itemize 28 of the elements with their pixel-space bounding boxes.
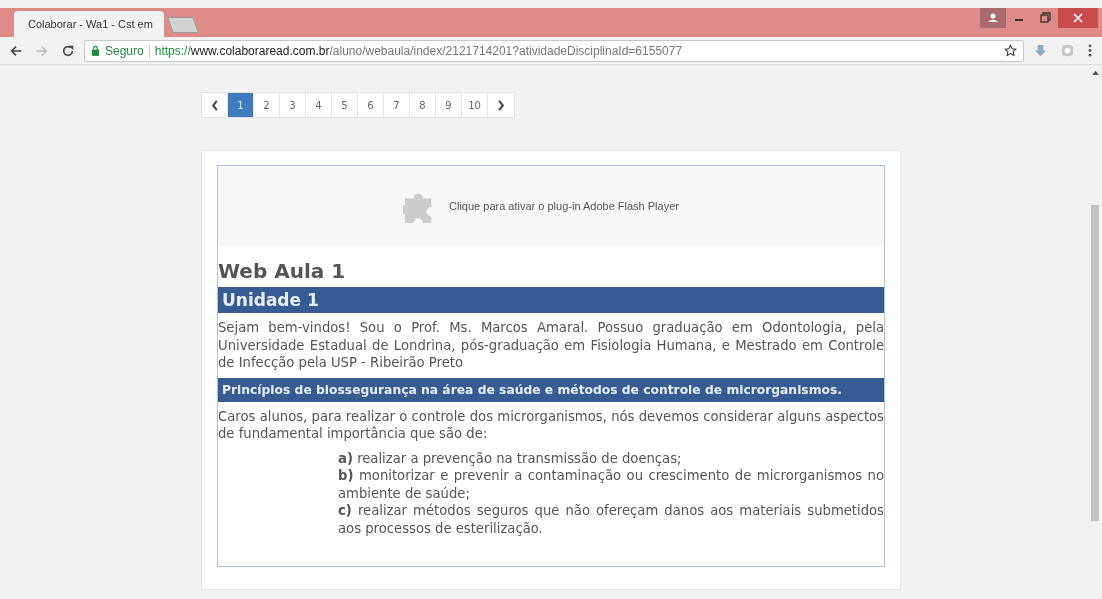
chevron-right-icon — [497, 99, 505, 111]
address-bar[interactable]: Seguro https://www.colaboraread.com.br/aluno/webaula/index/2121714201?atividadeDisciplinaId=6155077 — [84, 39, 1024, 62]
section-heading: Princípios de biossegurança na área de saúde e métodos de controle de microrganismos. — [218, 377, 884, 402]
user-icon[interactable] — [980, 8, 1006, 28]
menu-icon[interactable] — [1087, 43, 1093, 58]
security-label: Seguro — [105, 43, 144, 58]
intro-paragraph: Sejam bem-vindos! Sou o Prof. Ms. Marcos Amaral. Possuo graduação em Odontologia, pela Universidade Estadual de Londrina, pós-graduação em Fisiologia Humana, e Mestrado em Controle de Infecção pela USP - Ribeirão Preto — [218, 319, 884, 372]
unit-heading: Unidade 1 — [218, 287, 884, 313]
plugin-message: Clique para ativar o plug-in Adobe Flash Player — [449, 200, 679, 212]
list-item-text: c) realizar métodos seguros que não ofereçam danos aos materiais submetidos aos processos de esterilização. — [338, 502, 884, 537]
url-text: https://www.colaboraread.com.br/aluno/webaula/index/2121714201?atividadeDisciplinaId=6155077 — [154, 43, 683, 58]
list-item-text: a) realizar a prevenção na transmissão de doenças; — [338, 449, 683, 467]
plugin-placeholder[interactable]: Clique para ativar o plug-in Adobe Flash Player — [218, 166, 884, 246]
page-button[interactable]: 1 — [228, 93, 254, 117]
list-item-text: b) monitorizar e prevenir a contaminação ou crescimento de microrganismos no ambiente de saúde; — [338, 467, 884, 502]
back-icon[interactable] — [9, 43, 23, 58]
reload-icon[interactable] — [61, 43, 75, 58]
lock-icon — [91, 45, 100, 56]
lesson-title: Web Aula 1 — [218, 259, 347, 283]
browser-tab[interactable]: Colaborar - Wa1 - Cst em — [14, 11, 164, 37]
tab-title: Colaborar - Wa1 - Cst em — [28, 18, 153, 30]
scrollbar-thumb[interactable] — [1091, 205, 1099, 521]
star-icon[interactable] — [1004, 44, 1017, 57]
close-icon[interactable] — [1058, 8, 1098, 28]
scroll-up-icon[interactable] — [1091, 70, 1099, 75]
download-icon[interactable] — [1033, 43, 1048, 58]
chevron-left-icon — [210, 99, 219, 111]
body-paragraph: Caros alunos, para realizar o controle dos microrganismos, nós devemos considerar alguns aspectos de fundamental importância que são de: — [218, 407, 884, 443]
